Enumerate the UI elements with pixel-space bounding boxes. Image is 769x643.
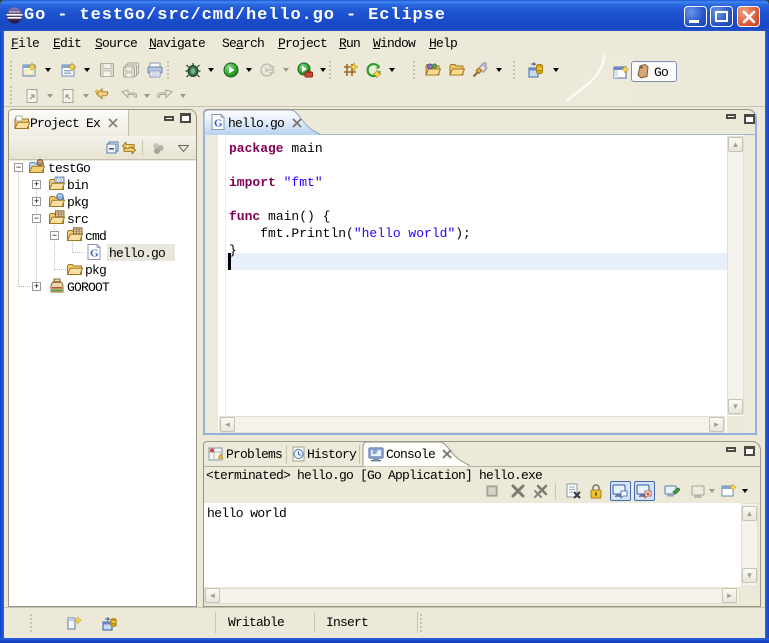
svg-text:G: G xyxy=(214,118,223,130)
svg-text:010: 010 xyxy=(56,178,65,184)
svg-text:G: G xyxy=(90,248,99,260)
